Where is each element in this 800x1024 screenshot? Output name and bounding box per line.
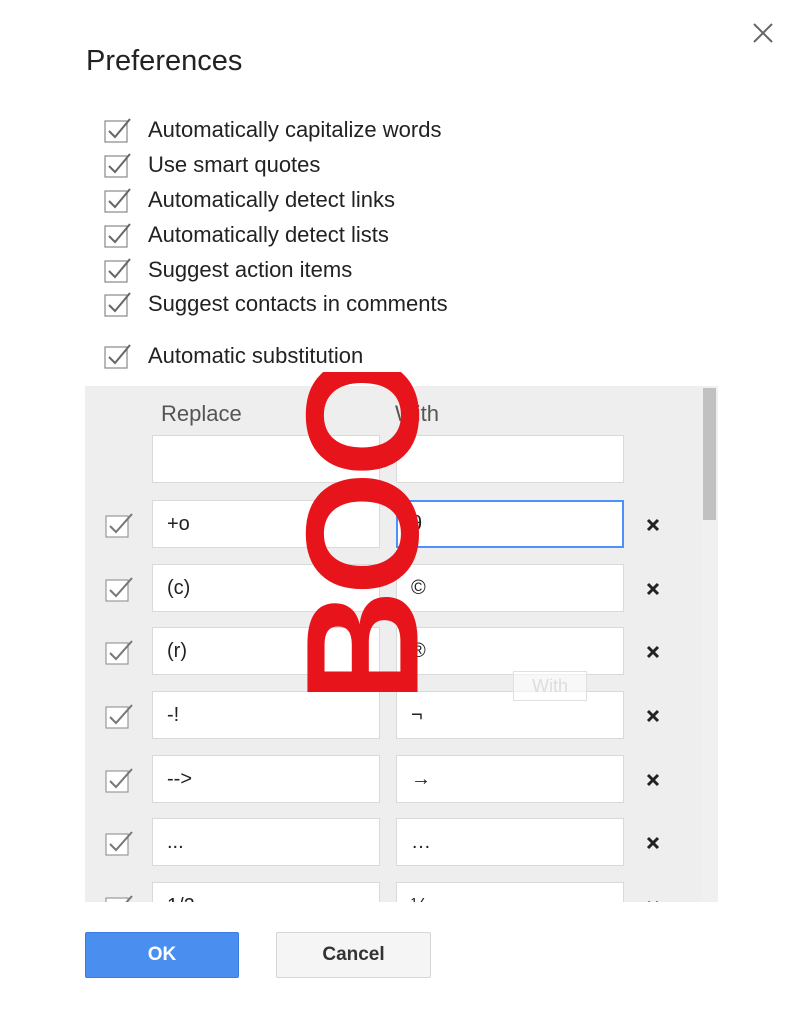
auto-sub-label: Automatic substitution bbox=[148, 343, 364, 368]
pref-automatic-substitution[interactable]: Automatic substitution bbox=[104, 338, 363, 374]
with-input[interactable] bbox=[396, 755, 624, 803]
replace-input[interactable] bbox=[152, 691, 380, 739]
pref-detect-links[interactable]: Automatically detect links bbox=[104, 183, 448, 218]
pref-label: Suggest action items bbox=[148, 256, 353, 282]
substitution-row bbox=[85, 500, 701, 550]
checkbox-checked-icon[interactable] bbox=[104, 256, 132, 284]
with-input[interactable] bbox=[396, 691, 624, 739]
with-column-header: With bbox=[395, 401, 439, 426]
substitution-row bbox=[85, 691, 701, 741]
cancel-button[interactable]: Cancel bbox=[276, 932, 431, 978]
delete-x-icon[interactable] bbox=[642, 896, 664, 902]
pref-capitalize-words[interactable]: Automatically capitalize words bbox=[104, 113, 448, 148]
pref-label: Suggest contacts in comments bbox=[148, 291, 448, 317]
scrollbar-thumb[interactable] bbox=[703, 388, 716, 520]
checkbox-checked-icon[interactable] bbox=[105, 510, 135, 540]
checkbox-checked-icon[interactable] bbox=[104, 342, 132, 370]
replace-input[interactable] bbox=[152, 755, 380, 803]
checkbox-checked-icon[interactable] bbox=[105, 892, 135, 902]
preferences-dialog: Preferences Automatically capitalize wor… bbox=[0, 0, 800, 1024]
new-replace-input[interactable] bbox=[152, 435, 380, 483]
dialog-title: Preferences bbox=[86, 45, 243, 77]
checkbox-checked-icon[interactable] bbox=[104, 290, 132, 318]
with-input[interactable] bbox=[396, 882, 624, 902]
delete-x-icon[interactable] bbox=[642, 705, 664, 727]
with-input[interactable] bbox=[396, 818, 624, 866]
substitution-row bbox=[85, 818, 701, 868]
ok-button[interactable]: OK bbox=[85, 932, 239, 978]
checkbox-checked-icon[interactable] bbox=[104, 186, 132, 214]
checkbox-checked-icon[interactable] bbox=[105, 637, 135, 667]
with-input[interactable] bbox=[396, 500, 624, 548]
checkbox-checked-icon[interactable] bbox=[105, 765, 135, 795]
pref-suggest-action-items[interactable]: Suggest action items bbox=[104, 252, 448, 287]
replace-column-header: Replace bbox=[161, 401, 242, 426]
checkbox-checked-icon[interactable] bbox=[105, 701, 135, 731]
checkbox-checked-icon[interactable] bbox=[104, 221, 132, 249]
pref-label: Automatically capitalize words bbox=[148, 117, 442, 143]
pref-suggest-contacts[interactable]: Suggest contacts in comments bbox=[104, 287, 448, 322]
delete-x-icon[interactable] bbox=[642, 769, 664, 791]
delete-x-icon[interactable] bbox=[642, 832, 664, 854]
replace-input[interactable] bbox=[152, 564, 380, 612]
scrollbar[interactable] bbox=[701, 386, 718, 902]
substitution-row bbox=[85, 627, 701, 677]
checkbox-checked-icon[interactable] bbox=[104, 116, 132, 144]
substitution-table: Replace With bbox=[85, 386, 718, 902]
new-substitution-row bbox=[85, 435, 701, 485]
checkbox-checked-icon[interactable] bbox=[105, 828, 135, 858]
substitution-row bbox=[85, 564, 701, 614]
substitution-row bbox=[85, 882, 701, 902]
new-with-input[interactable] bbox=[396, 435, 624, 483]
pref-smart-quotes[interactable]: Use smart quotes bbox=[104, 148, 448, 183]
delete-x-icon[interactable] bbox=[642, 578, 664, 600]
pref-detect-lists[interactable]: Automatically detect lists bbox=[104, 217, 448, 252]
preference-list: Automatically capitalize words Use smart… bbox=[104, 113, 448, 322]
close-icon[interactable] bbox=[748, 18, 778, 48]
replace-input[interactable] bbox=[152, 818, 380, 866]
pref-label: Automatically detect lists bbox=[148, 221, 389, 247]
delete-x-icon[interactable] bbox=[642, 641, 664, 663]
substitution-row bbox=[85, 755, 701, 805]
replace-input[interactable] bbox=[152, 500, 380, 548]
replace-input[interactable] bbox=[152, 627, 380, 675]
pref-label: Use smart quotes bbox=[148, 152, 321, 178]
delete-x-icon[interactable] bbox=[642, 514, 664, 536]
checkbox-checked-icon[interactable] bbox=[104, 151, 132, 179]
ghost-tooltip: With bbox=[513, 671, 587, 701]
checkbox-checked-icon[interactable] bbox=[105, 574, 135, 604]
with-input[interactable] bbox=[396, 627, 624, 675]
with-input[interactable] bbox=[396, 564, 624, 612]
replace-input[interactable] bbox=[152, 882, 380, 902]
pref-label: Automatically detect links bbox=[148, 186, 395, 212]
